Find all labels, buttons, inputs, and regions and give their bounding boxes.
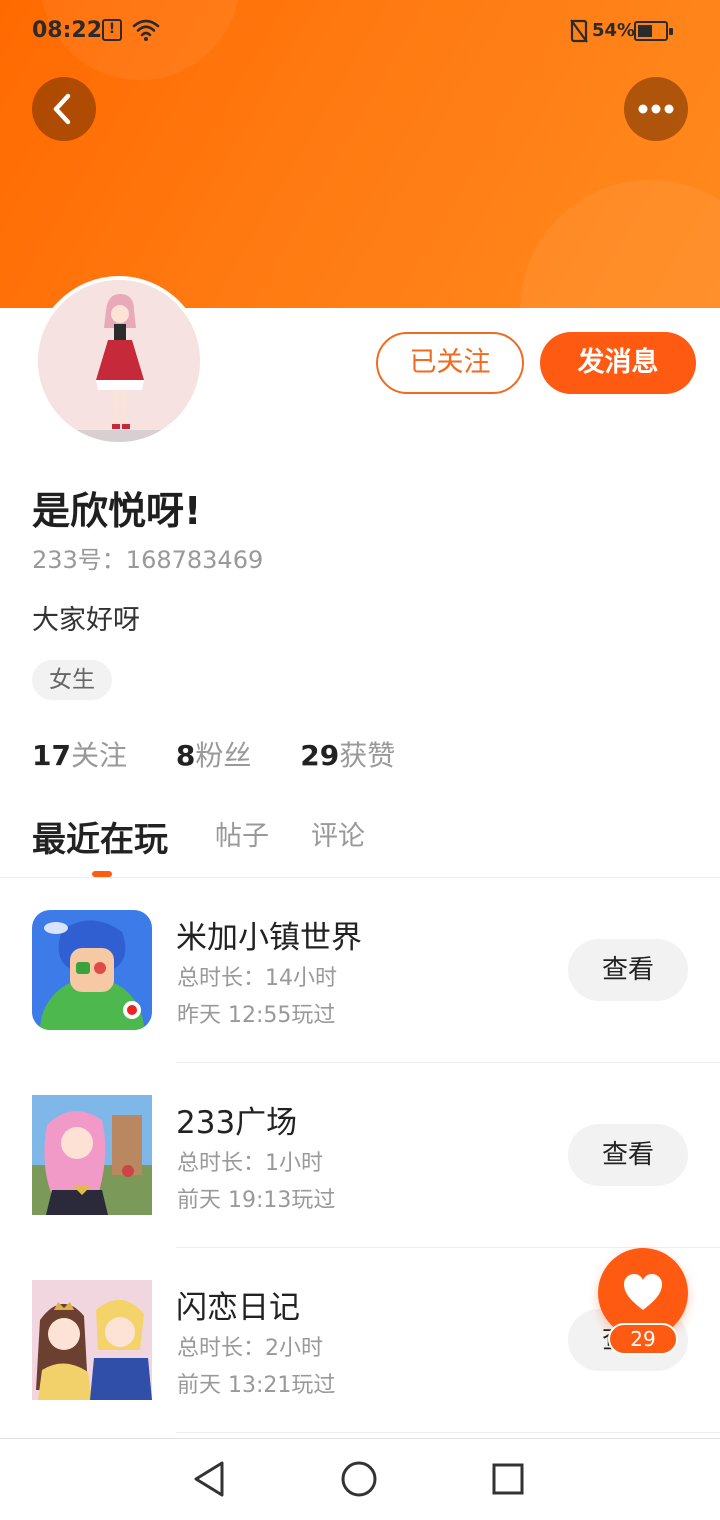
game-icon xyxy=(32,1095,152,1215)
game-last-played: 昨天 12:55玩过 xyxy=(177,1003,336,1028)
user-id: 233号：168783469 xyxy=(32,546,264,574)
tab-recently-played[interactable]: 最近在玩 xyxy=(32,812,168,861)
heart-icon xyxy=(624,1274,662,1310)
user-bio: 大家好呀 xyxy=(32,605,140,636)
status-time: 08:22 xyxy=(32,18,103,43)
following-count[interactable]: 17关注 xyxy=(32,734,127,774)
game-list-item[interactable]: 米加小镇世界 总时长：14小时 昨天 12:55玩过 查看 xyxy=(0,878,720,1063)
stat-number: 8 xyxy=(175,739,196,772)
game-icon xyxy=(32,910,152,1030)
nfc-icon xyxy=(570,19,588,43)
stat-number: 29 xyxy=(300,739,340,772)
tab-comments[interactable]: 评论 xyxy=(311,814,365,853)
game-name: 233广场 xyxy=(176,1105,298,1141)
nav-recents-icon[interactable] xyxy=(486,1457,530,1501)
nav-home-icon[interactable] xyxy=(337,1457,381,1501)
more-options-button[interactable] xyxy=(624,77,688,141)
divider xyxy=(176,1432,720,1433)
game-last-played: 前天 19:13玩过 xyxy=(177,1188,336,1213)
battery-icon xyxy=(634,21,673,41)
game-name: 米加小镇世界 xyxy=(176,920,362,956)
back-button[interactable] xyxy=(32,77,96,141)
tab-posts[interactable]: 帖子 xyxy=(215,814,269,853)
send-message-button[interactable]: 发消息 xyxy=(540,332,696,394)
game-list-item[interactable]: 233广场 总时长：1小时 前天 19:13玩过 查看 xyxy=(0,1063,720,1248)
stat-label: 获赞 xyxy=(339,739,396,772)
tab-indicator xyxy=(92,871,112,877)
avatar[interactable] xyxy=(34,276,204,446)
profile-stats: 17关注 8粉丝 29获赞 xyxy=(32,734,435,774)
stat-number: 17 xyxy=(32,739,71,772)
game-last-played: 前天 13:21玩过 xyxy=(177,1373,336,1398)
system-navigation-bar xyxy=(0,1438,720,1520)
followed-button[interactable]: 已关注 xyxy=(376,332,524,394)
like-count-badge: 29 xyxy=(608,1323,678,1355)
game-play-duration: 总时长：2小时 xyxy=(177,1336,323,1361)
username: 是欣悦呀! xyxy=(32,489,202,533)
stat-label: 粉丝 xyxy=(195,739,252,772)
view-game-button[interactable]: 查看 xyxy=(568,939,688,1001)
header-decoration xyxy=(520,180,720,308)
avatar-image xyxy=(38,280,200,442)
stat-label: 关注 xyxy=(70,739,127,772)
wifi-icon xyxy=(132,18,160,42)
game-icon xyxy=(32,1280,152,1400)
likes-count: 29获赞 xyxy=(300,734,395,774)
status-bar: 08:22 ! 54% xyxy=(0,0,720,60)
profile-tabs: 最近在玩 帖子 评论 xyxy=(0,808,720,878)
game-play-duration: 总时长：1小时 xyxy=(177,1151,323,1176)
nav-back-icon[interactable] xyxy=(188,1457,232,1501)
gender-tag: 女生 xyxy=(32,660,112,700)
battery-percent: 54% xyxy=(592,20,636,41)
view-game-button[interactable]: 查看 xyxy=(568,1124,688,1186)
game-name: 闪恋日记 xyxy=(176,1290,300,1326)
followers-count[interactable]: 8粉丝 xyxy=(176,734,252,774)
chevron-left-icon xyxy=(53,93,71,125)
more-dots-icon xyxy=(638,104,674,114)
alert-icon: ! xyxy=(102,19,122,41)
game-play-duration: 总时长：14小时 xyxy=(177,966,337,991)
